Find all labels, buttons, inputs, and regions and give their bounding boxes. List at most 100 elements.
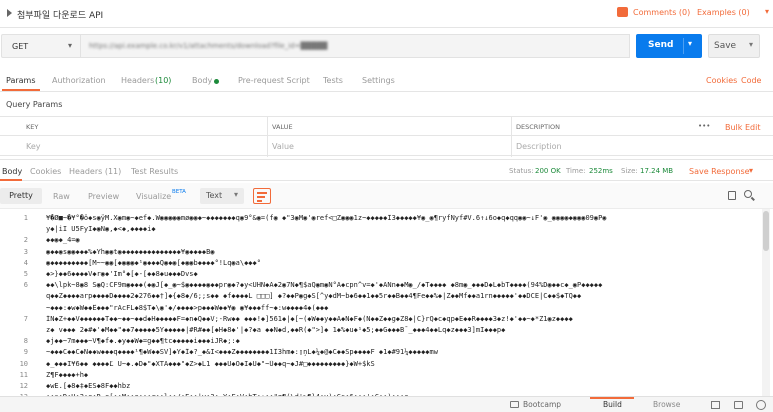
tab-params[interactable]: Params xyxy=(6,76,36,85)
wrap-line xyxy=(257,200,262,202)
tab-test-results[interactable]: Test Results xyxy=(131,167,178,176)
value-input[interactable]: Value xyxy=(272,142,294,151)
code-line: q◆◆Z◆◆◆◆arp◆◆◆◆D◆◆◆◆2◆276◆◆†]◆{◆8◆/6;;s◆… xyxy=(0,292,773,303)
cookies-link[interactable]: Cookies xyxy=(706,76,737,85)
tab-authorization[interactable]: Authorization xyxy=(52,76,106,85)
line-text: ¥�Ø■~�¥°�ö◆s◉ÿM.X◉m◉~◆ef◆.W◉◉◉◉◉mø◉◉◆~◆◆… xyxy=(46,214,607,222)
line-number: 10 xyxy=(19,359,28,368)
line-text: ◉◆◆◉s◉◉◆◆◆%◆Yh◉◉t◉◆◆◆◆◆◆◆◆◆◆◆◆◆◆¥◉◆◆◆◆B◉ xyxy=(46,247,215,256)
scrollbar[interactable] xyxy=(762,209,770,396)
view-preview[interactable]: Preview xyxy=(88,192,119,201)
code-line: 7 ÎN◆Z+◆◆V◆◆◆◆◆◆T◆◆~◆◆~◆◆d◆H◆◆◆◆◆F=◆n◆Q◆◆… xyxy=(0,315,773,326)
tab-headers[interactable]: Headers xyxy=(121,76,154,85)
request-tabs: Params Authorization Headers (10) Body P… xyxy=(0,70,773,92)
line-number: 4 xyxy=(23,258,28,267)
code-line: 12 ◆wE.[◆8◆‡◆ES◆8F◆◆hbz xyxy=(0,382,773,393)
tab-body[interactable]: Body xyxy=(192,76,212,85)
line-number: 5 xyxy=(23,270,28,278)
line-number: 2 xyxy=(23,236,28,245)
request-title[interactable]: 첨부파일 다운로드 API xyxy=(17,8,103,21)
save-button[interactable]: Save ▾ xyxy=(708,34,760,58)
search-icon-handle xyxy=(751,196,755,201)
bootcamp-icon[interactable] xyxy=(510,401,519,408)
url-input[interactable]: https://api.example.co.kr/v1/attachments… xyxy=(81,34,630,58)
line-text: ◆◆\lpk~8◉8 S◉Q:CF9m◉◆◆◆(◆◉J[◆_◉~$◉◆◆◆◆◉◆… xyxy=(46,281,603,290)
code-line: 8 ◆j◆◆~7m◆◆◆~V¶◆f◆.◆y◆◆W◆=g◆◆¶tc◆◆◆◆◆i◆◆◆… xyxy=(0,337,773,348)
tab-response-cookies[interactable]: Cookies xyxy=(30,167,61,176)
wrap-lines-icon[interactable] xyxy=(253,188,271,204)
line-number: 11 xyxy=(19,370,28,379)
col-key-header: KEY xyxy=(26,123,39,131)
params-table: KEY VALUE DESCRIPTION ••• Bulk Edit Key … xyxy=(0,116,773,157)
code-line: 4 ◉◆◆◆◆◆◆◆◆◆[M~~◉◉[◆◉◉◉◆¹◉◆◆◆Q◉◆◉[◆◉◉b◆◆◆… xyxy=(0,259,773,270)
line-number: 7 xyxy=(23,314,28,323)
code-line: 9 ~◆◆◆C◆◆C◆N◆◆w◆◆◆q◆◆◆◆¹¶◆W◆◆SV]◆Y◆Î◆?_◆&… xyxy=(0,348,773,359)
line-text: z◆ v◆◆◆ 2◆#◆'◆M◆◆"◆◆7◆◆◆◆◆5Y◆◆◆◆◆|#R#◆◆[… xyxy=(46,326,506,334)
key-input[interactable]: Key xyxy=(26,142,41,151)
code-line: 1 ¥�Ø■~�¥°�ö◆s◉ÿM.X◉m◉~◆ef◆.W◉◉◉◉◉mø◉◉◆~◆… xyxy=(0,214,773,225)
code-line: 11 Z¶F◆◆◆◆+h◆ xyxy=(0,371,773,382)
code-line: 10 ◆_◆◆◆I¥6◆◆ ◆◆◆◆Ľ U~◆.◆D◆"◆XTA◆◆◆"◆Z>◆L… xyxy=(0,360,773,371)
send-label: Send xyxy=(648,40,674,50)
view-pretty[interactable]: Pretty xyxy=(0,188,42,204)
comment-icon[interactable] xyxy=(617,7,628,17)
tab-prerequest[interactable]: Pre-request Script xyxy=(238,76,310,85)
send-divider xyxy=(683,38,684,54)
format-label: Text xyxy=(206,191,223,200)
body-dot-icon xyxy=(214,79,219,84)
comments-link[interactable]: Comments (0) xyxy=(633,8,690,17)
col-value-header: VALUE xyxy=(272,123,293,131)
keyboard-icon[interactable] xyxy=(734,401,743,409)
col-description-header: DESCRIPTION xyxy=(516,123,560,131)
tab-response-headers[interactable]: Headers (11) xyxy=(69,167,121,176)
code-line: z◆ v◆◆◆ 2◆#◆'◆M◆◆"◆◆7◆◆◆◆◆5Y◆◆◆◆◆|#R#◆◆[… xyxy=(0,326,773,337)
code-line: 3 ◉◆◆◉s◉◉◆◆◆%◆Yh◉◉t◉◆◆◆◆◆◆◆◆◆◆◆◆◆◆¥◉◆◆◆◆B… xyxy=(0,248,773,259)
method-select[interactable]: GET ▾ xyxy=(1,34,81,58)
tab-settings[interactable]: Settings xyxy=(362,76,395,85)
format-select[interactable]: Text ▾ xyxy=(200,188,244,204)
view-raw[interactable]: Raw xyxy=(53,192,70,201)
scrollbar-thumb[interactable] xyxy=(763,211,769,251)
save-response-button[interactable]: Save Response xyxy=(689,167,750,176)
response-body-viewer[interactable]: 1 ¥�Ø■~�¥°�ö◆s◉ÿM.X◉m◉~◆ef◆.W◉◉◉◉◉mø◉◉◆~◆… xyxy=(0,209,773,396)
chevron-down-icon[interactable]: ▾ xyxy=(749,166,753,175)
request-title-bar: 첨부파일 다운로드 API Comments (0) Examples (0) … xyxy=(0,0,773,28)
line-text: ~◆◆◆:◆w◆W◆◆Ê◆◆◆"rAcFL◆8$T◆\◉'◆/◆◆◆◆>p◆◆◆… xyxy=(46,303,329,312)
line-number: 8 xyxy=(23,337,28,346)
chevron-down-icon[interactable]: ▾ xyxy=(749,40,753,49)
more-options-icon[interactable]: ••• xyxy=(698,122,710,130)
description-input[interactable]: Description xyxy=(516,142,562,151)
send-button[interactable]: Send ▾ xyxy=(636,34,702,58)
help-icon[interactable] xyxy=(756,400,766,410)
code-line: ~◆◆◆:◆w◆W◆◆Ê◆◆◆"rAcFL◆8$T◆\◉'◆/◆◆◆◆>p◆◆◆… xyxy=(0,304,773,315)
tab-tests[interactable]: Tests xyxy=(323,76,343,85)
save-label: Save xyxy=(714,41,737,51)
caret-right-icon[interactable] xyxy=(7,9,12,17)
tab-params-underline xyxy=(2,89,40,91)
code-link[interactable]: Code xyxy=(741,76,761,85)
copy-icon[interactable] xyxy=(728,191,736,200)
layout-icon[interactable] xyxy=(711,401,720,409)
line-text: q◆◆Z◆◆◆◆arp◆◆◆◆D◆◆◆◆2◆276◆◆†]◆{◆8◆/6;;s◆… xyxy=(46,292,582,301)
examples-link[interactable]: Examples (0) xyxy=(697,8,750,17)
line-text: ◉◆◆◆◆◆◆◆◆◆[M~~◉◉[◆◉◉◉◆¹◉◆◆◆Q◉◆◉[◆◉◉b◆◆◆◆… xyxy=(46,258,261,267)
line-text: ◆wE.[◆8◆‡◆ES◆8F◆◆hbz xyxy=(46,382,131,390)
browse-tab[interactable]: Browse xyxy=(653,400,680,409)
beta-badge: BETA xyxy=(172,189,186,195)
bulk-edit-link[interactable]: Bulk Edit xyxy=(725,123,760,132)
view-visualize[interactable]: Visualize xyxy=(136,192,171,201)
bootcamp-link[interactable]: Bootcamp xyxy=(523,400,561,409)
tab-response-body[interactable]: Body xyxy=(2,167,22,176)
line-text: ◆j◆◆~7m◆◆◆~V¶◆f◆.◆y◆◆W◆=g◆◆¶tc◆◆◆◆◆i◆◆◆i… xyxy=(46,337,240,346)
col-divider xyxy=(267,117,268,157)
line-text: ◆>}◆◆6◆◆◆◆V◆r◉◆'Im°◆[◆-[◆◆8◆u◆◆◆Dvs◆ xyxy=(46,270,198,278)
line-number: 6 xyxy=(23,281,28,290)
size-label: Size: xyxy=(621,167,638,175)
line-number: 1 xyxy=(23,214,28,222)
response-toolbar: Pretty Raw Preview Visualize BETA Text ▾ xyxy=(0,183,773,209)
tab-headers-count: (10) xyxy=(155,76,172,85)
chevron-down-icon[interactable]: ▾ xyxy=(688,39,692,48)
chevron-down-icon[interactable]: ▾ xyxy=(765,7,769,16)
build-tab[interactable]: Build xyxy=(603,400,622,409)
tab-response-body-underline xyxy=(0,179,22,181)
